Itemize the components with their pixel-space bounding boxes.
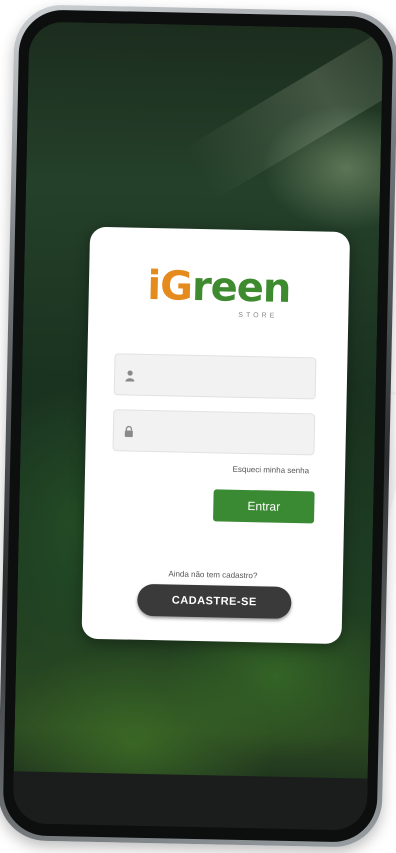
logo-letters-reen: reen bbox=[191, 263, 291, 312]
logo-subtitle: STORE bbox=[238, 311, 278, 320]
forgot-password-link[interactable]: Esqueci minha senha bbox=[233, 465, 310, 476]
password-input[interactable] bbox=[139, 410, 315, 457]
password-field[interactable] bbox=[112, 409, 316, 457]
phone-frame: iGreen STORE Esqueci minha senha Entrar … bbox=[0, 4, 396, 848]
user-icon bbox=[125, 368, 135, 382]
login-card: iGreen STORE Esqueci minha senha Entrar … bbox=[81, 226, 351, 645]
bottom-bar bbox=[12, 771, 368, 831]
logo-letter-i: i bbox=[146, 262, 161, 310]
username-input[interactable] bbox=[140, 354, 316, 401]
logo-wordmark: iGreen bbox=[147, 263, 291, 312]
igreen-logo: iGreen STORE bbox=[88, 263, 349, 320]
register-question: Ainda não tem cadastro? bbox=[168, 569, 258, 581]
enter-button[interactable]: Entrar bbox=[213, 489, 315, 524]
lock-icon bbox=[124, 424, 134, 438]
forest-background-light bbox=[183, 21, 384, 201]
phone-bezel: iGreen STORE Esqueci minha senha Entrar … bbox=[2, 9, 394, 843]
register-button[interactable]: CADASTRE-SE bbox=[137, 583, 292, 619]
app-screen: iGreen STORE Esqueci minha senha Entrar … bbox=[12, 21, 384, 831]
username-field[interactable] bbox=[113, 353, 317, 401]
logo-letter-g: G bbox=[159, 263, 193, 310]
